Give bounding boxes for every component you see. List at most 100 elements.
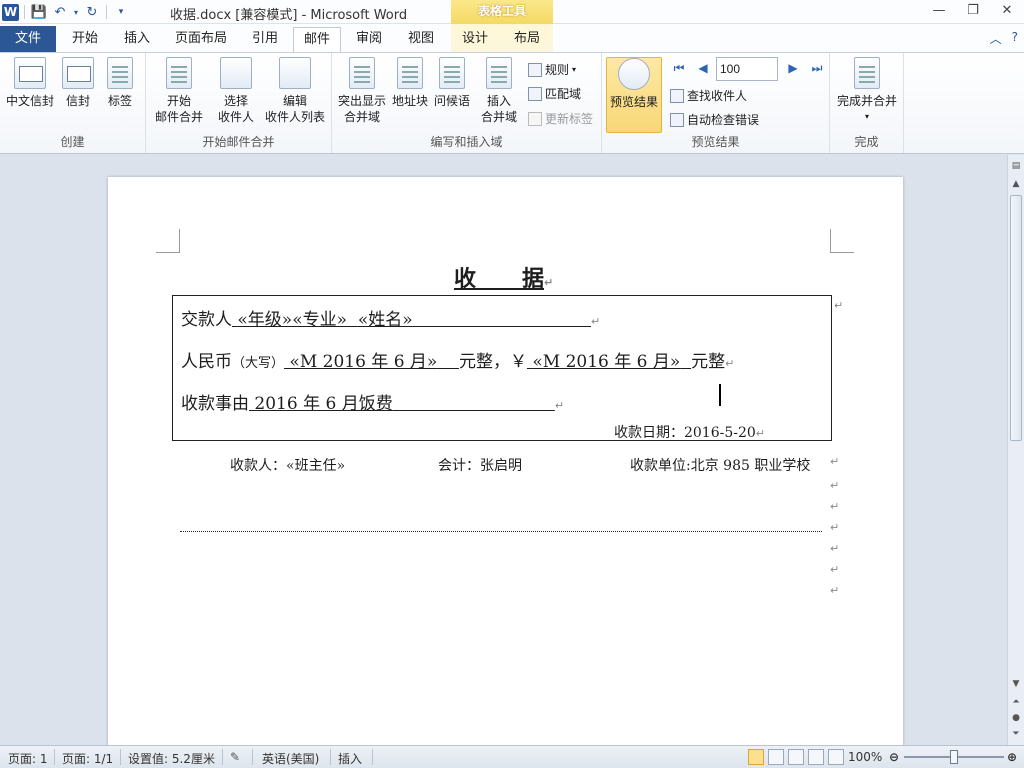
amount-capital-underline: «M 2016 年 6 月» xyxy=(284,352,459,372)
help-icon[interactable]: ? xyxy=(1012,30,1018,47)
paragraph-mark: ↵ xyxy=(554,399,565,412)
status-language[interactable]: 英语(美国) xyxy=(262,750,319,767)
tab-review[interactable]: 审阅 xyxy=(346,27,392,52)
find-recipient-label: 查找收件人 xyxy=(687,89,748,103)
payer-underline: «年级»«专业» «姓名» xyxy=(232,310,591,330)
rules-label: 规则 xyxy=(545,63,570,77)
tab-view[interactable]: 视图 xyxy=(398,27,444,52)
labels-button[interactable]: 标签 xyxy=(102,57,138,109)
preview-results-label: 预览结果 xyxy=(609,95,658,109)
redo-icon[interactable]: ↻ xyxy=(83,3,101,21)
edit-recipients-icon xyxy=(279,57,311,89)
start-mail-merge-button[interactable]: 开始 邮件合并 xyxy=(150,57,208,125)
group-start-merge: 开始 邮件合并 选择 收件人 编辑 收件人列表 开始邮件合并 xyxy=(146,53,332,153)
scroll-thumb[interactable] xyxy=(1010,195,1022,441)
zoom-level[interactable]: 100% xyxy=(848,750,882,764)
tab-file[interactable]: 文件 xyxy=(0,26,56,52)
receipt-table[interactable]: 交款人 «年级»«专业» «姓名» ↵ 人民币（大写） «M 2016 年 6 … xyxy=(172,295,832,441)
chinese-envelope-icon xyxy=(14,57,46,89)
web-layout-view-icon[interactable] xyxy=(788,749,804,765)
insert-field-label-2: 合并域 xyxy=(480,110,517,124)
rmb-capital-label: （大写） xyxy=(232,356,285,371)
vertical-scrollbar[interactable]: ▤ ▲ ▼ ⏶ ● ⏷ xyxy=(1007,155,1024,745)
status-page[interactable]: 页面: 1 xyxy=(8,750,48,767)
status-vertical-position[interactable]: 设置值: 5.2厘米 xyxy=(128,750,215,767)
scroll-up-icon[interactable]: ▲ xyxy=(1009,177,1023,191)
outline-view-icon[interactable] xyxy=(808,749,824,765)
zoom-slider-thumb[interactable] xyxy=(950,750,958,764)
finish-merge-button[interactable]: 完成并合并 ▾ xyxy=(834,57,900,125)
next-page-icon[interactable]: ⏷ xyxy=(1009,727,1023,741)
text-cursor xyxy=(719,384,721,406)
last-record-icon[interactable]: ⏭ xyxy=(808,59,826,77)
highlight-merge-fields-button[interactable]: 突出显示 合并域 xyxy=(336,57,388,125)
tab-home[interactable]: 开始 xyxy=(62,27,108,52)
rules-button[interactable]: 规则 ▾ xyxy=(528,61,576,78)
edit-recipients-label-1: 编辑 xyxy=(282,94,307,108)
address-block-label: 地址块 xyxy=(391,94,428,108)
group-label-write-insert: 编写和插入域 xyxy=(430,135,503,149)
draft-view-icon[interactable] xyxy=(828,749,844,765)
record-number-input[interactable]: 100 xyxy=(716,57,778,81)
auto-check-icon xyxy=(670,112,684,127)
find-recipient-button[interactable]: 查找收件人 xyxy=(670,87,747,104)
tab-insert[interactable]: 插入 xyxy=(114,27,160,52)
status-page-count[interactable]: 页面: 1/1 xyxy=(62,750,113,767)
edit-recipient-list-button[interactable]: 编辑 收件人列表 xyxy=(262,57,328,125)
tab-mailings[interactable]: 邮件 xyxy=(293,27,341,52)
chinese-envelope-button[interactable]: 中文信封 xyxy=(4,57,56,109)
scroll-down-icon[interactable]: ▼ xyxy=(1009,677,1023,691)
field-name: «姓名» xyxy=(357,310,413,330)
title-char-right: 据 xyxy=(521,266,544,292)
print-layout-view-icon[interactable] xyxy=(748,749,764,765)
zoom-in-icon[interactable]: ⊕ xyxy=(1007,750,1017,764)
previous-page-icon[interactable]: ⏶ xyxy=(1009,695,1023,709)
first-record-icon[interactable]: ⏮ xyxy=(670,59,688,77)
status-divider xyxy=(120,749,121,765)
word-logo-icon[interactable]: W xyxy=(2,3,19,21)
envelope-button[interactable]: 信封 xyxy=(60,57,96,109)
undo-dropdown-icon[interactable]: ▾ xyxy=(72,3,80,21)
minimize-button[interactable]: — xyxy=(922,0,956,22)
previous-record-icon[interactable]: ◀ xyxy=(694,59,712,77)
restore-button[interactable]: ❐ xyxy=(956,0,990,22)
address-block-button[interactable]: 地址块 xyxy=(390,57,430,109)
collapse-ribbon-icon[interactable]: ︿ xyxy=(990,30,1002,47)
next-record-icon[interactable]: ▶ xyxy=(784,59,802,77)
receipt-date-text: 收款日期：2016-5-20 xyxy=(613,425,756,441)
full-screen-reading-view-icon[interactable] xyxy=(768,749,784,765)
row-end-mark: ↵ xyxy=(834,299,844,312)
chevron-down-icon: ▾ xyxy=(572,65,577,74)
close-button[interactable]: ✕ xyxy=(990,0,1024,22)
browse-object-icon[interactable]: ● xyxy=(1009,711,1023,725)
match-fields-button[interactable]: 匹配域 xyxy=(528,85,581,102)
insert-field-label-1: 插入 xyxy=(486,94,511,108)
save-icon[interactable]: 💾 xyxy=(30,3,48,21)
group-label-finish: 完成 xyxy=(854,135,879,149)
greeting-line-icon xyxy=(439,57,465,89)
auto-check-errors-button[interactable]: 自动检查错误 xyxy=(670,111,759,128)
insert-merge-field-button[interactable]: 插入 合并域 xyxy=(474,57,524,125)
tab-design[interactable]: 设计 xyxy=(452,27,498,52)
labels-label: 标签 xyxy=(107,94,132,108)
select-recipients-button[interactable]: 选择 收件人 xyxy=(210,57,262,125)
greeting-line-label: 问候语 xyxy=(433,94,470,108)
greeting-line-button[interactable]: 问候语 xyxy=(432,57,472,109)
zoom-out-icon[interactable]: ⊖ xyxy=(889,750,899,764)
proofing-icon[interactable]: ✎ xyxy=(230,750,240,764)
reason-label: 收款事由 xyxy=(181,394,249,414)
preview-results-button[interactable]: 预览结果 xyxy=(606,57,662,133)
select-recipients-label-2: 收件人 xyxy=(217,110,254,124)
tab-references[interactable]: 引用 xyxy=(242,27,288,52)
tab-page-layout[interactable]: 页面布局 xyxy=(168,27,234,52)
undo-icon[interactable]: ↶ xyxy=(51,3,69,21)
paragraph-mark: ↵ xyxy=(725,357,735,370)
status-insert-mode[interactable]: 插入 xyxy=(338,750,362,767)
amount-unit-text: 元整，￥ xyxy=(458,352,527,372)
ruler-toggle-icon[interactable]: ▤ xyxy=(1009,159,1023,173)
labels-icon xyxy=(107,57,133,89)
tab-layout[interactable]: 布局 xyxy=(504,27,550,52)
document-page[interactable]: 收 据↵ 交款人 «年级»«专业» «姓名» ↵ 人民币（大写） «M 2016… xyxy=(108,177,903,745)
customize-qat-icon[interactable]: ▾ xyxy=(112,3,130,21)
finish-merge-label: 完成并合并 xyxy=(836,94,897,108)
